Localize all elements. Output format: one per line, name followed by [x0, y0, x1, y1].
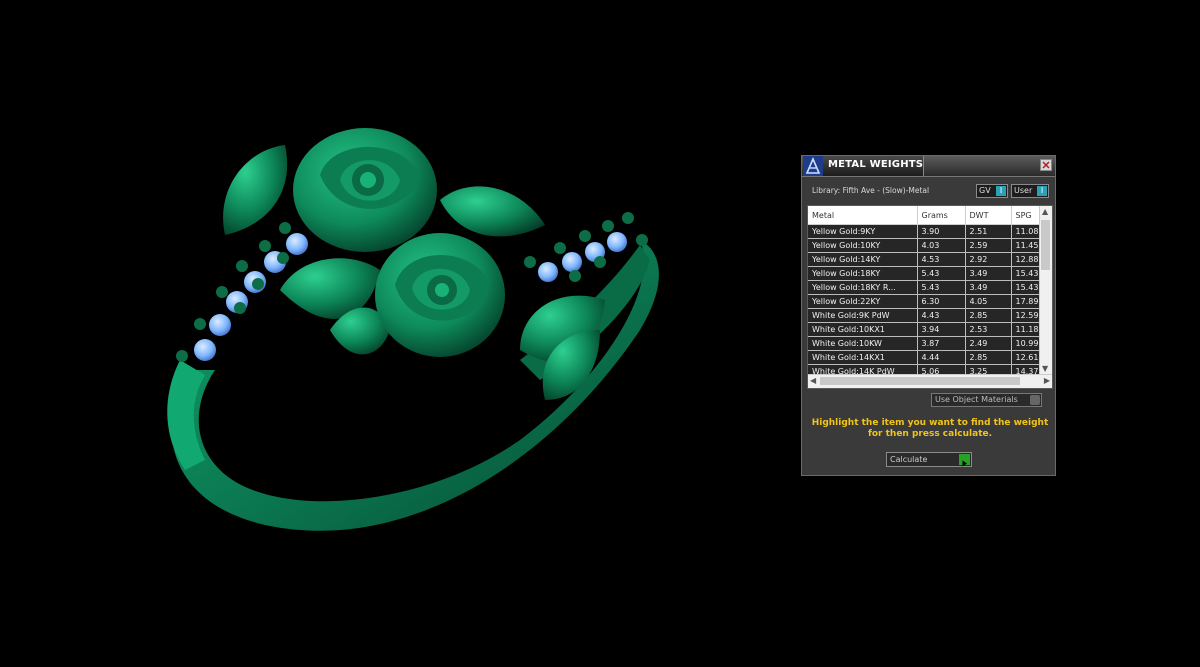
dwt-cell: 2.85 — [965, 308, 1012, 323]
column-header-dwt[interactable]: DWT — [965, 206, 1012, 225]
horizontal-scrollbar[interactable]: ◀ ▶ — [808, 374, 1052, 388]
spg-cell: 17.89 — [1011, 294, 1041, 309]
table-row[interactable]: Yellow Gold:18KY 5.43 3.49 15.43 — [808, 266, 1041, 281]
close-icon — [1042, 161, 1050, 169]
metal-cell: Yellow Gold:14KY — [808, 252, 918, 267]
table-header-row: Metal Grams DWT SPG — [808, 206, 1041, 225]
metal-table-container[interactable]: Metal Grams DWT SPG Yellow Gold:9KY 3.90 2… — [807, 205, 1053, 389]
dwt-cell: 2.49 — [965, 336, 1012, 351]
dwt-cell: 2.59 — [965, 238, 1012, 253]
instructions-text: Highlight the item you want to find the … — [811, 418, 1049, 439]
metal-weights-panel: METAL WEIGHTS Library: Fifth Ave - (Slow… — [801, 155, 1056, 476]
metal-cell: White Gold:14KX1 — [808, 350, 918, 365]
table-row[interactable]: White Gold:10KW 3.87 2.49 10.99 — [808, 336, 1041, 351]
table-row[interactable]: Yellow Gold:22KY 6.30 4.05 17.89 — [808, 294, 1041, 309]
dwt-cell: 3.49 — [965, 266, 1012, 281]
vertical-scroll-thumb[interactable] — [1041, 220, 1050, 270]
user-toggle[interactable]: User I — [1011, 184, 1049, 198]
metal-table: Metal Grams DWT SPG Yellow Gold:9KY 3.90 2… — [808, 206, 1041, 379]
spg-cell: 11.08 — [1011, 224, 1041, 239]
use-object-materials-label: Use Object Materials — [935, 395, 1018, 404]
grams-cell: 4.53 — [917, 252, 966, 267]
use-object-materials-toggle[interactable]: Use Object Materials — [931, 393, 1042, 407]
table-row[interactable]: Yellow Gold:18KY R... 5.43 3.49 15.43 — [808, 280, 1041, 295]
metal-cell: Yellow Gold:10KY — [808, 238, 918, 253]
dwt-cell: 3.49 — [965, 280, 1012, 295]
grams-cell: 4.44 — [917, 350, 966, 365]
panel-titlebar[interactable]: METAL WEIGHTS — [802, 156, 1055, 177]
metal-cell: White Gold:10KX1 — [808, 322, 918, 337]
metal-cell: Yellow Gold:18KY R... — [808, 280, 918, 295]
table-row[interactable]: Yellow Gold:10KY 4.03 2.59 11.45 — [808, 238, 1041, 253]
vertical-scrollbar[interactable]: ▲ ▼ — [1039, 206, 1052, 375]
grams-cell: 4.03 — [917, 238, 966, 253]
spg-cell: 12.59 — [1011, 308, 1041, 323]
column-header-grams[interactable]: Grams — [917, 206, 966, 225]
ring-model-render — [167, 128, 659, 531]
scroll-left-icon[interactable]: ◀ — [810, 377, 816, 385]
app-logo-icon — [803, 156, 824, 176]
grams-cell: 6.30 — [917, 294, 966, 309]
calculate-button[interactable]: Calculate — [886, 452, 972, 467]
scroll-right-icon[interactable]: ▶ — [1044, 377, 1050, 385]
grams-cell: 4.43 — [917, 308, 966, 323]
toggle-knob-icon — [1030, 395, 1040, 405]
panel-title: METAL WEIGHTS — [828, 159, 924, 170]
grams-cell: 3.87 — [917, 336, 966, 351]
metal-cell: Yellow Gold:9KY — [808, 224, 918, 239]
spg-cell: 15.43 — [1011, 280, 1041, 295]
close-button[interactable] — [1040, 159, 1052, 171]
grams-cell: 5.43 — [917, 280, 966, 295]
dwt-cell: 2.53 — [965, 322, 1012, 337]
play-arrow-icon — [959, 454, 970, 467]
metal-cell: Yellow Gold:22KY — [808, 294, 918, 309]
spg-cell: 12.61 — [1011, 350, 1041, 365]
spg-cell: 11.45 — [1011, 238, 1041, 253]
table-row[interactable]: Yellow Gold:14KY 4.53 2.92 12.88 — [808, 252, 1041, 267]
table-row[interactable]: White Gold:9K PdW 4.43 2.85 12.59 — [808, 308, 1041, 323]
horizontal-scroll-thumb[interactable] — [820, 377, 1020, 385]
rose-center — [375, 233, 505, 357]
gv-toggle[interactable]: GV I — [976, 184, 1008, 198]
table-row[interactable]: Yellow Gold:9KY 3.90 2.51 11.08 — [808, 224, 1041, 239]
spg-cell: 12.88 — [1011, 252, 1041, 267]
gv-indicator: I — [996, 186, 1006, 196]
scroll-down-icon[interactable]: ▼ — [1042, 365, 1048, 373]
dwt-cell: 2.51 — [965, 224, 1012, 239]
3d-viewport[interactable] — [0, 0, 780, 667]
spg-cell: 15.43 — [1011, 266, 1041, 281]
user-label: User — [1014, 186, 1033, 195]
rose-top — [293, 128, 437, 252]
grams-cell: 5.43 — [917, 266, 966, 281]
dwt-cell: 4.05 — [965, 294, 1012, 309]
grams-cell: 3.94 — [917, 322, 966, 337]
gv-label: GV — [979, 186, 991, 195]
spg-cell: 11.18 — [1011, 322, 1041, 337]
calculate-label: Calculate — [890, 455, 928, 464]
spg-cell: 10.99 — [1011, 336, 1041, 351]
library-label: Library: Fifth Ave - (Slow)-Metal — [812, 186, 930, 195]
table-row[interactable]: White Gold:14KX1 4.44 2.85 12.61 — [808, 350, 1041, 365]
user-indicator: I — [1037, 186, 1047, 196]
scroll-up-icon[interactable]: ▲ — [1042, 208, 1048, 216]
table-row[interactable]: White Gold:10KX1 3.94 2.53 11.18 — [808, 322, 1041, 337]
dwt-cell: 2.92 — [965, 252, 1012, 267]
dwt-cell: 2.85 — [965, 350, 1012, 365]
metal-cell: Yellow Gold:18KY — [808, 266, 918, 281]
metal-cell: White Gold:9K PdW — [808, 308, 918, 323]
column-header-spg[interactable]: SPG — [1011, 206, 1041, 225]
grams-cell: 3.90 — [917, 224, 966, 239]
column-header-metal[interactable]: Metal — [808, 206, 918, 225]
metal-cell: White Gold:10KW — [808, 336, 918, 351]
